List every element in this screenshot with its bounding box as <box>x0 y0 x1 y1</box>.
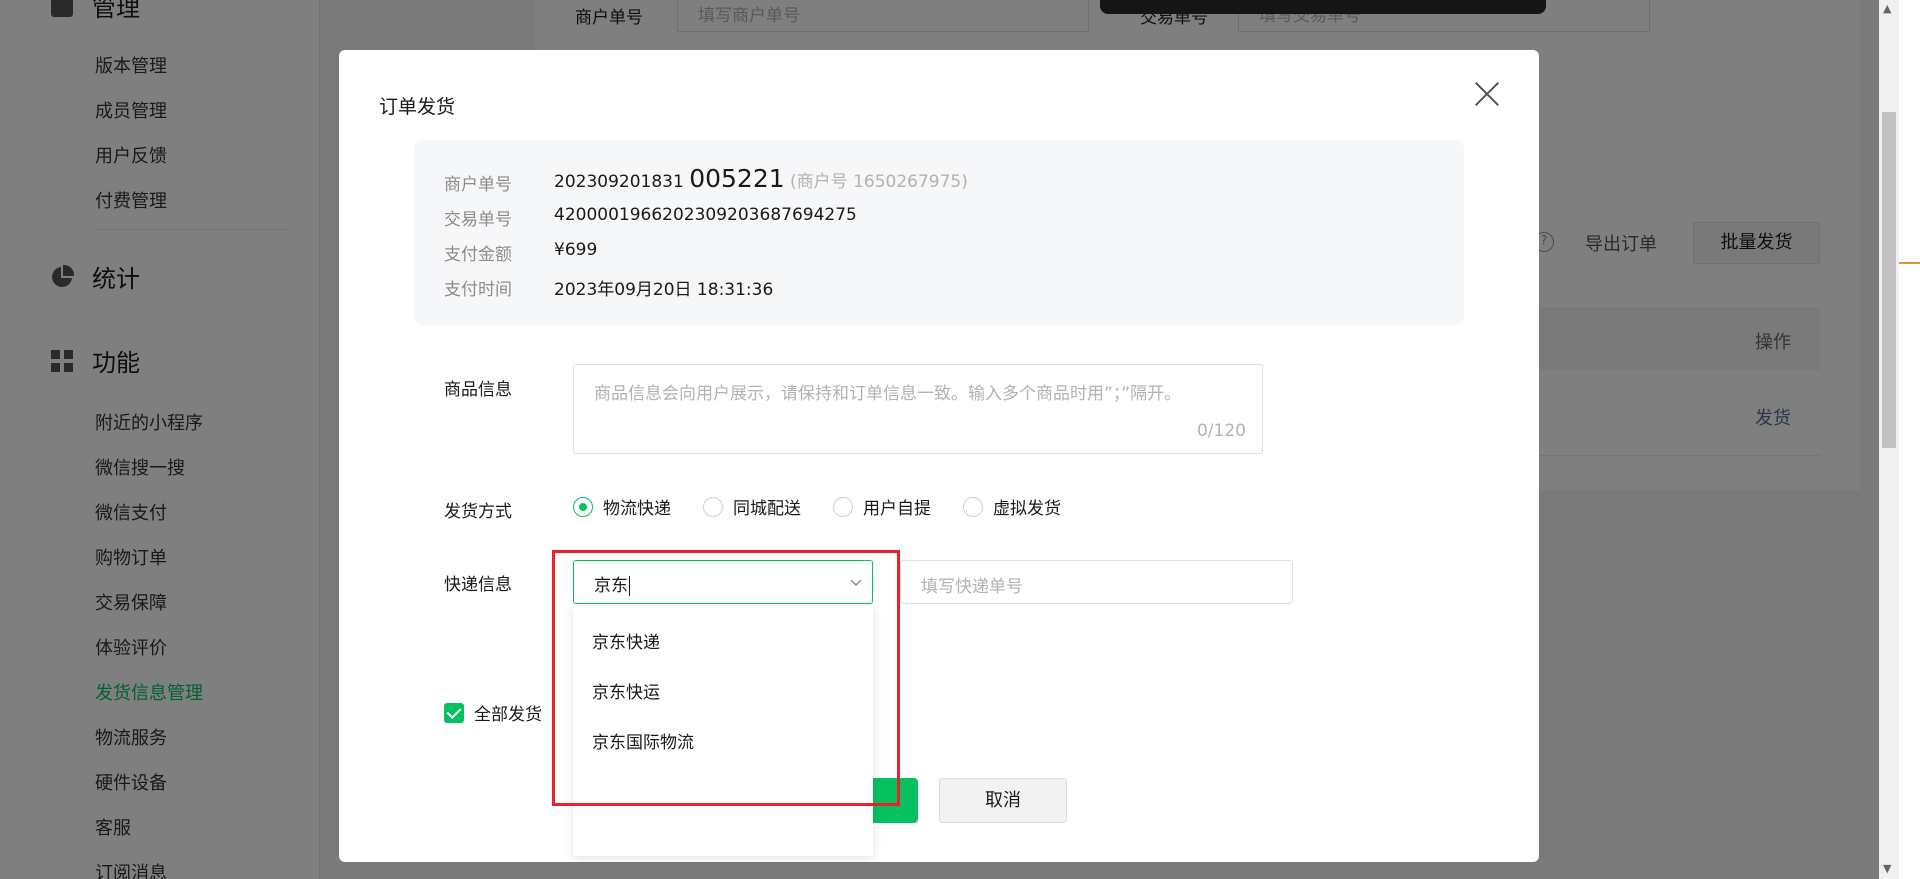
goods-char-count: 0/120 <box>1197 421 1246 441</box>
radio-unchecked-icon[interactable] <box>833 496 853 517</box>
radio-same-city[interactable]: 同城配送 <box>703 494 801 519</box>
confirm-button[interactable] <box>873 778 918 823</box>
scroll-up-arrow-icon[interactable]: ▲ <box>1883 2 1891 15</box>
radio-self-pickup-label: 用户自提 <box>863 499 931 519</box>
radio-virtual[interactable]: 虚拟发货 <box>963 494 1061 519</box>
merchant-number: (商户号 1650267975) <box>790 172 968 192</box>
radio-express-label: 物流快递 <box>603 499 671 519</box>
close-icon[interactable] <box>1473 80 1501 108</box>
express-info-label: 快递信息 <box>444 575 512 595</box>
right-edge-marker <box>1899 262 1920 264</box>
goods-info-placeholder: 商品信息会向用户展示，请保持和订单信息一致。输入多个商品时用”；”隔开。 <box>594 384 1182 404</box>
info-merchant-order-value: 202309201831 005221 (商户号 1650267975) <box>554 164 968 193</box>
radio-checked-icon[interactable] <box>573 496 593 517</box>
radio-self-pickup[interactable]: 用户自提 <box>833 494 931 519</box>
ship-order-dialog: 订单发货 商户单号 202309201831 005221 (商户号 16502… <box>339 50 1539 862</box>
radio-virtual-label: 虚拟发货 <box>993 499 1061 519</box>
order-info-panel: 商户单号 202309201831 005221 (商户号 1650267975… <box>414 140 1464 325</box>
ship-method-label: 发货方式 <box>444 502 512 522</box>
radio-same-city-label: 同城配送 <box>733 499 801 519</box>
radio-express[interactable]: 物流快递 <box>573 494 671 519</box>
chevron-down-icon[interactable] <box>850 573 862 586</box>
merchant-order-prefix: 202309201831 <box>554 172 684 192</box>
info-amount-value: ¥699 <box>554 240 598 260</box>
scrollbar-thumb[interactable] <box>1882 112 1896 448</box>
goods-info-label: 商品信息 <box>444 380 512 400</box>
info-amount-label: 支付金额 <box>444 245 512 265</box>
tracking-number-input[interactable]: 填写快递单号 <box>900 560 1293 604</box>
right-edge-strip <box>1899 0 1920 879</box>
dropdown-option[interactable]: 京东快递 <box>592 628 660 653</box>
info-trade-no-label: 交易单号 <box>444 210 512 230</box>
dropdown-option[interactable]: 京东国际物流 <box>592 728 694 753</box>
ship-all-checkbox[interactable]: 全部发货 <box>444 700 542 725</box>
scroll-down-arrow-icon[interactable]: ▼ <box>1883 862 1891 875</box>
goods-info-textarea[interactable]: 商品信息会向用户展示，请保持和订单信息一致。输入多个商品时用”；”隔开。 0/1… <box>573 364 1263 454</box>
info-pay-time-value: 2023年09月20日 18:31:36 <box>554 280 774 300</box>
info-trade-no-value: 4200001966202309203687694275 <box>554 205 857 225</box>
radio-unchecked-icon[interactable] <box>703 496 723 517</box>
ship-all-label: 全部发货 <box>474 705 542 725</box>
express-company-select[interactable]: 京东 <box>573 560 873 604</box>
checkbox-checked-icon[interactable] <box>444 702 464 723</box>
info-merchant-order-label: 商户单号 <box>444 175 512 195</box>
radio-unchecked-icon[interactable] <box>963 496 983 517</box>
express-company-dropdown: 京东快递 京东快运 京东国际物流 <box>573 606 873 856</box>
info-pay-time-label: 支付时间 <box>444 280 512 300</box>
dialog-title: 订单发货 <box>379 96 456 118</box>
merchant-order-suffix: 005221 <box>689 164 785 193</box>
express-company-value: 京东 <box>594 576 628 596</box>
dropdown-option[interactable]: 京东快运 <box>592 678 660 703</box>
cancel-button[interactable]: 取消 <box>939 778 1067 823</box>
